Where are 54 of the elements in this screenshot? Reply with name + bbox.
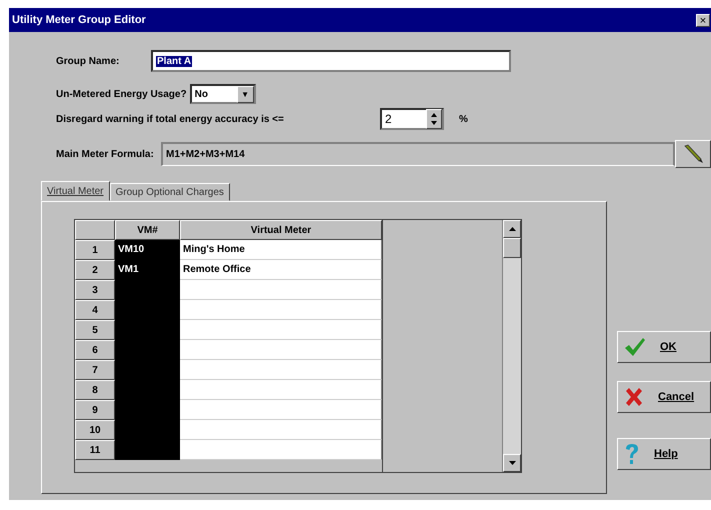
unit-label: % bbox=[459, 114, 468, 124]
table-cell[interactable] bbox=[180, 400, 382, 420]
down-arrow-icon[interactable] bbox=[508, 461, 516, 465]
ok-button[interactable]: OK bbox=[617, 331, 711, 363]
scroll-thumb[interactable] bbox=[503, 238, 521, 258]
field-label: Group Name: bbox=[56, 56, 120, 66]
field-label: Main Meter Formula: bbox=[56, 148, 155, 160]
up-arrow-icon[interactable] bbox=[508, 227, 516, 231]
row-header[interactable]: 4 bbox=[75, 300, 115, 320]
cancel-button[interactable]: Cancel bbox=[617, 381, 711, 413]
table-cell[interactable] bbox=[180, 440, 382, 460]
pencil-icon bbox=[682, 144, 704, 164]
row-header[interactable]: 3 bbox=[75, 280, 115, 300]
row-header[interactable]: 2 bbox=[75, 260, 115, 280]
table-cell[interactable] bbox=[115, 440, 180, 460]
checkmark-icon bbox=[624, 337, 646, 357]
cross-icon bbox=[624, 387, 644, 407]
row-header[interactable]: 6 bbox=[75, 340, 115, 360]
row-header[interactable]: 8 bbox=[75, 380, 115, 400]
column-header[interactable]: VM# bbox=[115, 220, 180, 240]
group-name-field[interactable]: Plant A bbox=[151, 50, 511, 72]
table-cell[interactable]: Remote Office bbox=[180, 260, 382, 280]
field-label: Un-Metered Energy Usage? bbox=[56, 88, 187, 100]
row-header[interactable]: 5 bbox=[75, 320, 115, 340]
row-header[interactable]: 7 bbox=[75, 360, 115, 380]
field-label: Disregard warning if total energy accuracy is <= bbox=[56, 114, 285, 124]
dropdown[interactable]: No ▼ bbox=[190, 84, 256, 104]
table-cell[interactable] bbox=[180, 320, 382, 340]
table-cell[interactable] bbox=[180, 420, 382, 440]
question-mark-icon bbox=[624, 443, 640, 465]
table-cell[interactable]: VM1 bbox=[115, 260, 180, 280]
table-cell[interactable] bbox=[180, 340, 382, 360]
table-cell[interactable] bbox=[180, 380, 382, 400]
corner-cell bbox=[75, 220, 115, 240]
help-button[interactable]: Help bbox=[617, 438, 711, 470]
edit-button[interactable] bbox=[675, 140, 711, 168]
table-cell[interactable] bbox=[180, 280, 382, 300]
column-header[interactable]: Virtual Meter bbox=[180, 220, 382, 240]
table-cell[interactable]: Ming's Home bbox=[180, 240, 382, 260]
window-title: Utility Meter Group Editor bbox=[12, 14, 146, 26]
row-header[interactable]: 10 bbox=[75, 420, 115, 440]
tab[interactable]: Virtual Meter bbox=[41, 181, 110, 201]
formula-field[interactable]: M1+M2+M3+M14 bbox=[161, 142, 675, 166]
table-cell[interactable] bbox=[180, 360, 382, 380]
spin-field[interactable]: 2 bbox=[380, 108, 444, 130]
close-button[interactable]: × bbox=[696, 14, 710, 26]
table-cell[interactable] bbox=[180, 300, 382, 320]
table-cell[interactable]: VM10 bbox=[115, 240, 180, 260]
tab[interactable]: Group Optional Charges bbox=[110, 183, 230, 201]
spinner-arrows-icon[interactable] bbox=[426, 109, 442, 129]
row-header[interactable]: 1 bbox=[75, 240, 115, 260]
scrollbar[interactable] bbox=[502, 220, 521, 472]
row-header[interactable]: 9 bbox=[75, 400, 115, 420]
row-header[interactable]: 11 bbox=[75, 440, 115, 460]
